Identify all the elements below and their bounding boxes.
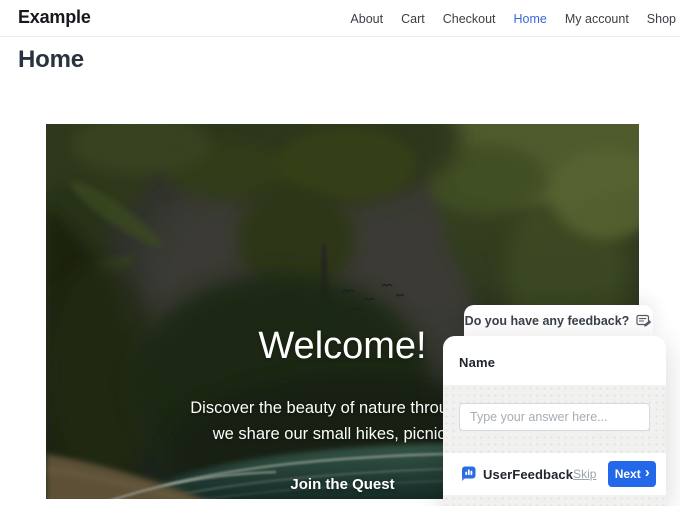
feedback-question-section: Name (443, 336, 666, 385)
answer-input[interactable] (459, 403, 650, 431)
feedback-tab-label: Do you have any feedback? (464, 313, 630, 328)
userfeedback-brand-link[interactable]: UserFeedback (459, 466, 573, 482)
userfeedback-logo-icon (459, 466, 476, 482)
site-header: Example About Cart Checkout Home My acco… (0, 0, 680, 37)
nav-link-about[interactable]: About (350, 12, 383, 26)
feedback-tab[interactable]: Do you have any feedback? (464, 305, 653, 336)
nav-link-checkout[interactable]: Checkout (443, 12, 496, 26)
feedback-next-section-peek (443, 495, 666, 506)
skip-link[interactable]: Skip (573, 467, 596, 481)
feedback-footer: UserFeedback Skip Next › (443, 453, 666, 495)
next-button[interactable]: Next › (608, 461, 656, 487)
nav-link-cart[interactable]: Cart (401, 12, 425, 26)
chevron-right-icon: › (644, 464, 650, 481)
page: { "header": { "site_title": "Example", "… (0, 0, 680, 506)
next-button-label: Next (614, 467, 641, 481)
nav-link-my-account[interactable]: My account (565, 12, 629, 26)
feedback-note-icon (636, 314, 652, 328)
main-nav: About Cart Checkout Home My account Shop (350, 12, 676, 26)
userfeedback-brand-name: UserFeedback (483, 466, 574, 482)
site-title[interactable]: Example (18, 7, 91, 28)
nav-link-shop[interactable]: Shop (647, 12, 676, 26)
feedback-panel: Name UserFeedback Skip Next › (443, 336, 666, 506)
nav-link-home[interactable]: Home (514, 12, 547, 26)
feedback-answer-section (443, 385, 666, 453)
page-title: Home (18, 46, 84, 73)
question-label: Name (459, 355, 496, 370)
